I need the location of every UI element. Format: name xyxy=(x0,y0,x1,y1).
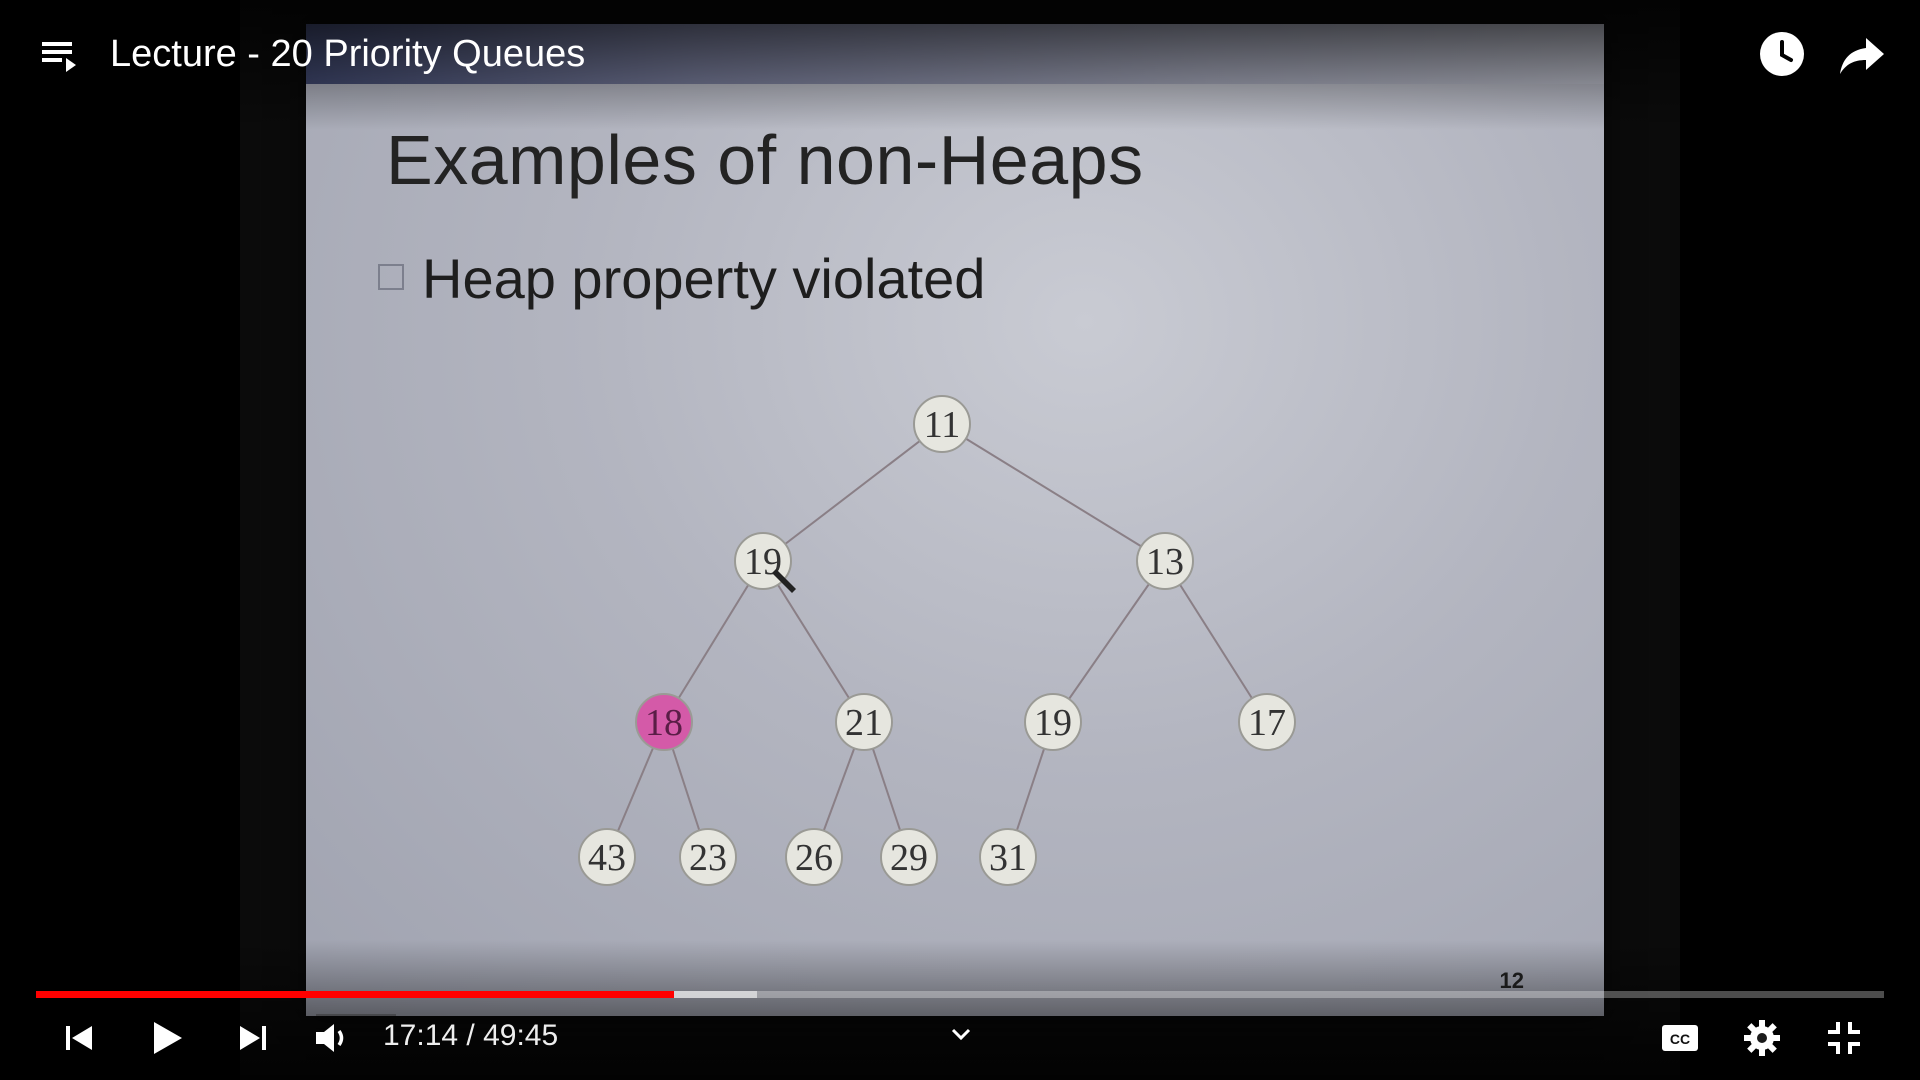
tree-node-label: 11 xyxy=(924,404,961,446)
tree-node-label: 13 xyxy=(1146,541,1184,583)
play-icon[interactable] xyxy=(144,1016,188,1060)
playlist-icon[interactable] xyxy=(40,34,80,74)
tree-node: 11 xyxy=(913,395,971,453)
tree-node: 43 xyxy=(578,828,636,886)
tree-node-label: 29 xyxy=(890,837,928,879)
volume-icon[interactable] xyxy=(310,1016,354,1060)
tree-node: 26 xyxy=(785,828,843,886)
progress-played xyxy=(36,991,675,998)
tree-node: 31 xyxy=(979,828,1037,886)
tree-edge xyxy=(941,423,1166,562)
video-title[interactable]: Lecture - 20 Priority Queues xyxy=(110,33,585,76)
share-icon[interactable] xyxy=(1838,30,1886,78)
time-display: 17:14 / 49:45 xyxy=(383,1019,559,1052)
lecture-slide: Examples of non-Heaps Heap property viol… xyxy=(306,24,1604,1016)
tree-node: 21 xyxy=(835,693,893,751)
tree-node: 19 xyxy=(1024,693,1082,751)
tree-node-label: 17 xyxy=(1248,702,1286,744)
tree-node: 17 xyxy=(1238,693,1296,751)
skip-previous-icon[interactable] xyxy=(58,1016,102,1060)
tree-node-label: 21 xyxy=(845,702,883,744)
title-bar: Lecture - 20 Priority Queues xyxy=(40,28,585,80)
tree-node-label: 26 xyxy=(795,837,833,879)
tree-node-label: 31 xyxy=(989,837,1027,879)
bottom-overlay xyxy=(0,940,1920,1080)
exit-fullscreen-icon[interactable] xyxy=(1822,1016,1866,1060)
progress-bar[interactable] xyxy=(36,991,1884,998)
tree-node: 18 xyxy=(635,693,693,751)
tree-node-label: 23 xyxy=(689,837,727,879)
tree-node: 23 xyxy=(679,828,737,886)
tree-node-label: 18 xyxy=(645,702,683,744)
tree-node: 29 xyxy=(880,828,938,886)
chevron-down-icon[interactable] xyxy=(946,1020,976,1050)
tree-node-label: 19 xyxy=(1034,702,1072,744)
gear-icon[interactable] xyxy=(1740,1016,1784,1060)
svg-text:CC: CC xyxy=(1670,1031,1690,1047)
clock-icon[interactable] xyxy=(1758,30,1806,78)
tree-node: 13 xyxy=(1136,532,1194,590)
binary-tree-diagram: 1119 1318 21 19 1743 23 26 29 31 xyxy=(578,395,1296,886)
tree-edge xyxy=(1052,560,1166,723)
tree-edge xyxy=(762,423,943,562)
tree-node-label: 43 xyxy=(588,837,626,879)
closed-captions-icon[interactable]: CC xyxy=(1658,1016,1702,1060)
skip-next-icon[interactable] xyxy=(230,1016,274,1060)
